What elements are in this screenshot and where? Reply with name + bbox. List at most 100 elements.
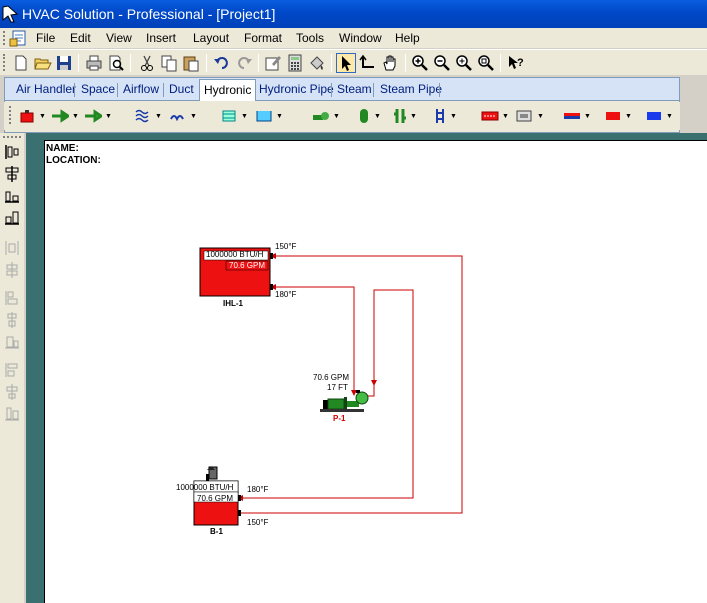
calculator-icon: [288, 54, 302, 72]
save-button[interactable]: [54, 53, 74, 73]
baseboard-dropdown[interactable]: ▼: [563, 106, 591, 126]
heat-exchanger-icon: [85, 109, 102, 123]
connect-button[interactable]: [358, 53, 378, 73]
space-horizontal-icon[interactable]: [3, 239, 21, 257]
app-icon: [2, 5, 18, 23]
expansion-tank-dropdown[interactable]: ▼: [357, 106, 381, 126]
b-1-capacity: 1000000 BTU/H: [176, 483, 234, 492]
name-label: NAME:: [46, 143, 79, 154]
tab-steam[interactable]: Steam: [337, 82, 372, 96]
menu-window[interactable]: Window: [339, 31, 382, 45]
ihl-1-return-temp: 180°F: [275, 290, 297, 299]
cut-button[interactable]: [137, 53, 157, 73]
tab-airflow[interactable]: Airflow: [123, 82, 159, 96]
location-label: LOCATION:: [46, 155, 101, 166]
menu-layout[interactable]: Layout: [193, 31, 229, 45]
valve-icon: [436, 109, 444, 123]
distribute-horizontal-icon[interactable]: [3, 361, 21, 379]
menu-tools[interactable]: Tools: [296, 31, 324, 45]
same-width-icon[interactable]: [3, 289, 21, 307]
valve-dropdown[interactable]: ▼: [433, 106, 457, 126]
properties-icon: [265, 56, 281, 71]
menu-edit[interactable]: Edit: [70, 31, 91, 45]
zoom-fit-button[interactable]: [454, 53, 474, 73]
tab-air-handler[interactable]: Air Handler: [16, 82, 76, 96]
fan-coil-dropdown[interactable]: ▼: [481, 106, 509, 126]
print-button[interactable]: [84, 53, 104, 73]
tank-dropdown[interactable]: ▼: [255, 106, 283, 126]
redo-button[interactable]: [234, 53, 254, 73]
pump-head: 17 FT: [327, 383, 348, 392]
drawing-canvas[interactable]: [44, 140, 707, 603]
menubar-grip[interactable]: [3, 31, 6, 45]
zoom-in-button[interactable]: [410, 53, 430, 73]
cooling-load-dropdown[interactable]: ▼: [645, 106, 673, 126]
save-icon: [57, 56, 71, 70]
paste-button[interactable]: [181, 53, 201, 73]
pump-dropdown[interactable]: ▼: [312, 106, 340, 126]
zoom-out-button[interactable]: [432, 53, 452, 73]
pump-flow: 70.6 GPM: [313, 373, 350, 382]
tab-hydronic-pipe[interactable]: Hydronic Pipe: [259, 82, 334, 96]
menu-bar: File Edit View Insert Layout Format Tool…: [0, 28, 707, 48]
undo-icon: [214, 57, 228, 69]
print-icon: [86, 55, 102, 71]
same-size-icon[interactable]: [3, 333, 21, 351]
tab-steam-pipe[interactable]: Steam Pipe: [380, 82, 442, 96]
title-bar[interactable]: HVAC Solution - Professional - [Project1…: [0, 0, 707, 28]
connect-icon: [359, 54, 374, 68]
space-vertical-icon[interactable]: [3, 261, 21, 279]
new-button[interactable]: [11, 53, 31, 73]
tab-duct[interactable]: Duct: [169, 82, 194, 96]
heat-load-dropdown[interactable]: ▼: [604, 106, 632, 126]
print-preview-button[interactable]: [106, 53, 126, 73]
help-icon: ?: [509, 56, 524, 69]
pan-button[interactable]: [380, 53, 400, 73]
cooling-tower-dropdown[interactable]: ▼: [220, 106, 248, 126]
unit-heater-dropdown[interactable]: ▼: [516, 106, 544, 126]
chiller-dropdown[interactable]: ▼: [51, 106, 79, 126]
tab-hydronic[interactable]: Hydronic: [199, 79, 257, 101]
radiator-dropdown[interactable]: ▼: [169, 106, 197, 126]
align-baseline-icon[interactable]: [3, 209, 21, 227]
copy-button[interactable]: [159, 53, 179, 73]
window-title: HVAC Solution - Professional - [Project1…: [22, 6, 276, 22]
undo-button[interactable]: [212, 53, 232, 73]
help-button[interactable]: ?: [506, 53, 526, 73]
unit-heater-icon: [516, 110, 532, 122]
menu-help[interactable]: Help: [395, 31, 420, 45]
boiler-dropdown[interactable]: ▼: [18, 106, 46, 126]
tank-icon: [256, 111, 272, 122]
heat-exchanger-dropdown[interactable]: ▼: [84, 106, 112, 126]
document-icon[interactable]: [9, 30, 29, 47]
same-height-icon[interactable]: [3, 311, 21, 329]
cut-icon: [141, 55, 153, 71]
zoom-in-icon: [412, 55, 428, 71]
align-center-icon[interactable]: [3, 165, 21, 183]
align-left-icon[interactable]: [3, 143, 21, 161]
pump-icon: [313, 112, 329, 120]
properties-button[interactable]: [263, 53, 283, 73]
air-separator-dropdown[interactable]: ▼: [393, 106, 417, 126]
redo-icon: [238, 57, 252, 69]
menu-insert[interactable]: Insert: [146, 31, 176, 45]
coil-dropdown[interactable]: ▼: [134, 106, 162, 126]
zoom-window-button[interactable]: [476, 53, 496, 73]
distribute-vertical-icon[interactable]: [3, 383, 21, 401]
calculator-button[interactable]: [285, 53, 305, 73]
select-button[interactable]: [336, 53, 356, 73]
tab-space[interactable]: Space: [81, 82, 115, 96]
toolbar2-grip[interactable]: [8, 106, 12, 126]
menu-format[interactable]: Format: [244, 31, 282, 45]
toolbar-grip[interactable]: [3, 54, 6, 71]
open-button[interactable]: [33, 53, 53, 73]
ihl-1-tag: IHL-1: [223, 299, 243, 308]
air-separator-icon: [394, 109, 406, 123]
menu-file[interactable]: File: [36, 31, 55, 45]
pan-icon: [383, 55, 396, 71]
center-in-page-icon[interactable]: [3, 405, 21, 423]
zoom-out-icon: [434, 55, 450, 71]
paint-button[interactable]: [307, 53, 327, 73]
align-bottom-icon[interactable]: [3, 187, 21, 205]
menu-view[interactable]: View: [106, 31, 132, 45]
